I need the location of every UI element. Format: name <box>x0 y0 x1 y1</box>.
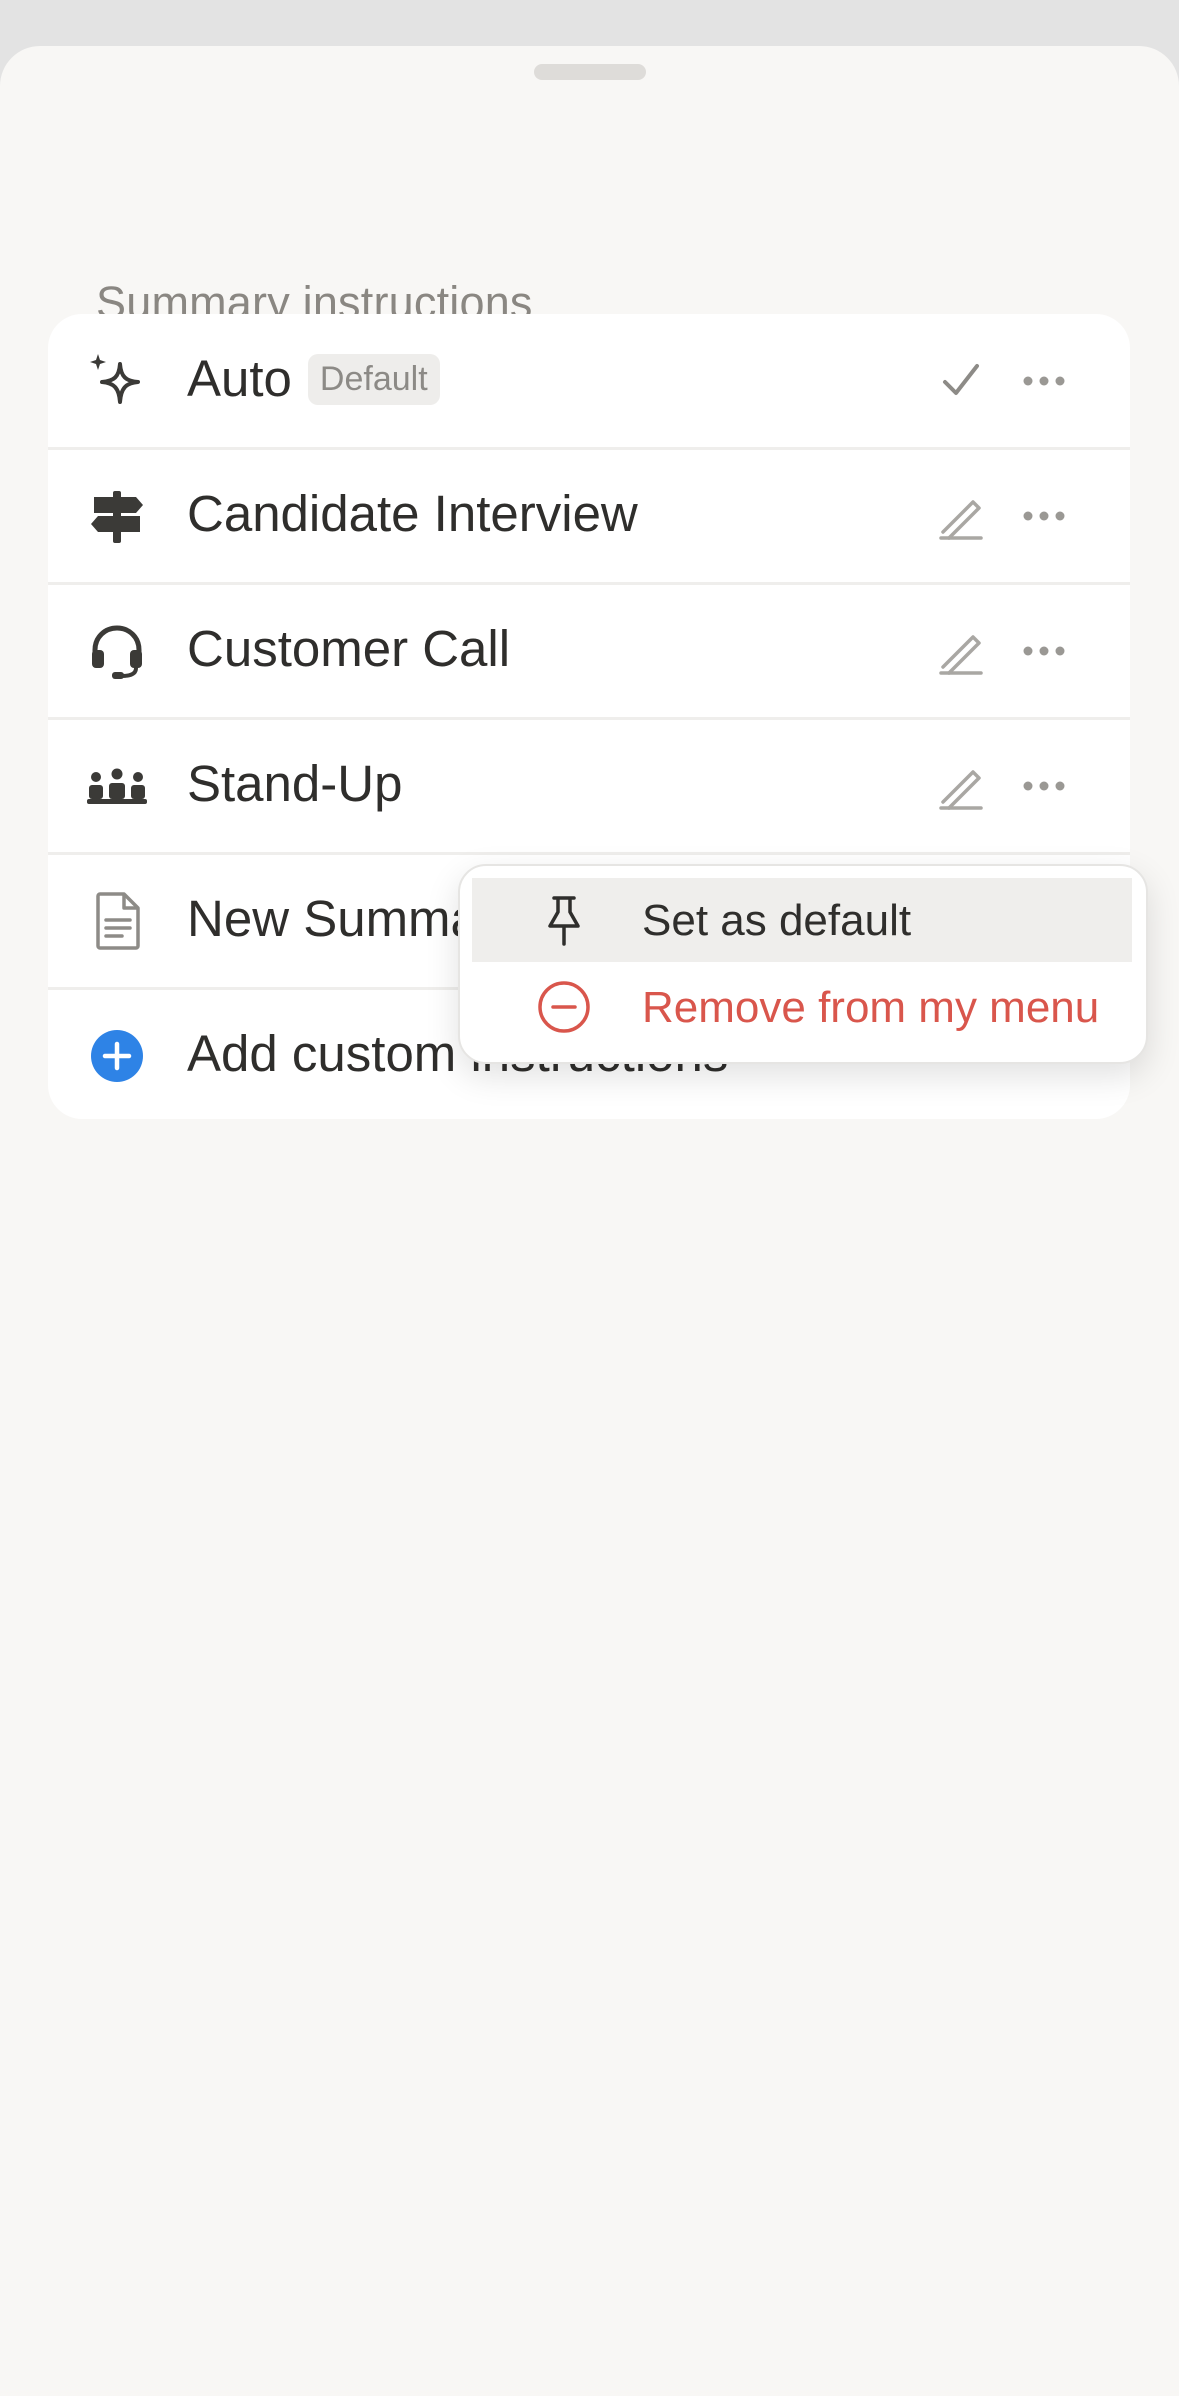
more-options-icon[interactable] <box>1016 758 1072 814</box>
headset-icon <box>92 625 142 679</box>
edit-pencil-icon[interactable] <box>933 488 989 544</box>
signpost-icon <box>91 491 143 543</box>
people-group-icon <box>87 768 147 804</box>
more-options-icon[interactable] <box>1016 353 1072 409</box>
checkmark-icon <box>943 364 979 395</box>
list-item-customer-call[interactable]: Customer Call <box>48 584 1130 720</box>
list-item-label: Customer Call <box>187 620 511 677</box>
menu-item-label: Set as default <box>642 896 912 945</box>
list-item-stand-up[interactable]: Stand-Up <box>48 719 1130 855</box>
menu-item-remove-from-menu[interactable]: Remove from my menu <box>472 965 1132 1049</box>
default-badge: Default <box>307 354 440 405</box>
pin-icon <box>548 896 580 946</box>
list-item-auto[interactable]: Auto Default <box>48 314 1130 450</box>
edit-pencil-icon[interactable] <box>933 758 989 814</box>
plus-circle-icon <box>91 1030 143 1082</box>
list-item-label: Stand-Up <box>187 755 403 812</box>
menu-item-label: Remove from my menu <box>642 983 1100 1032</box>
minus-circle-icon <box>538 981 590 1033</box>
list-item-label: Auto Default <box>187 349 440 408</box>
context-menu: Set as default Remove from my menu <box>458 864 1148 1064</box>
sparkles-icon <box>90 354 140 404</box>
edit-pencil-icon[interactable] <box>933 623 989 679</box>
list-item-label: Candidate Interview <box>187 485 638 542</box>
more-options-icon[interactable] <box>1016 488 1072 544</box>
list-item-candidate-interview[interactable]: Candidate Interview <box>48 449 1130 585</box>
sheet-grabber[interactable] <box>534 64 646 80</box>
auto-label: Auto <box>187 350 292 407</box>
document-icon <box>96 892 140 950</box>
menu-item-set-as-default[interactable]: Set as default <box>472 878 1132 962</box>
more-options-icon[interactable] <box>1016 623 1072 679</box>
